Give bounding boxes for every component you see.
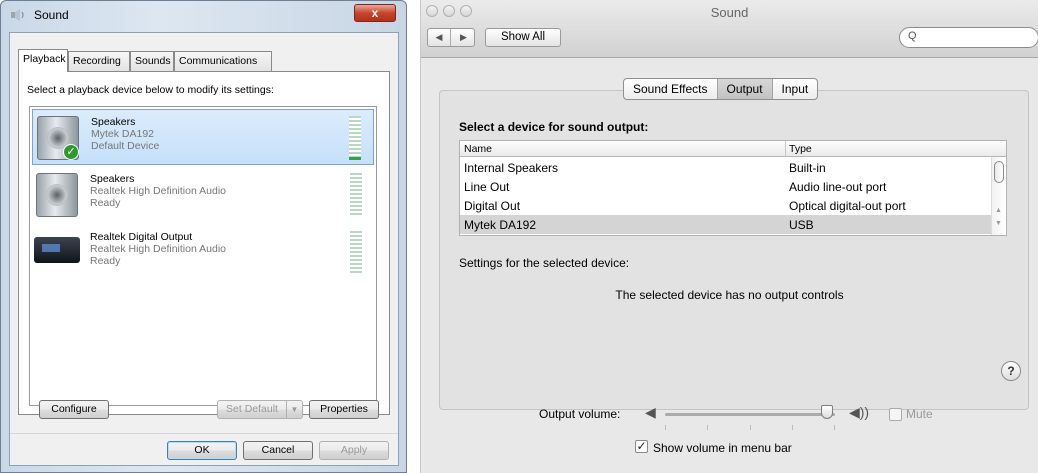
device-status: Ready [90, 255, 121, 267]
table-row-selected[interactable]: Mytek DA192 USB [460, 215, 992, 234]
no-controls-message: The selected device has no output contro… [615, 288, 844, 302]
volume-slider-knob[interactable] [820, 405, 833, 419]
device-table: Name Type Internal Speakers Built-in Lin… [459, 140, 1007, 236]
row-name: Line Out [464, 180, 510, 194]
digital-output-icon [34, 237, 80, 263]
scrollbar-thumb[interactable] [994, 161, 1004, 183]
show-all-button[interactable]: Show All [485, 28, 561, 47]
volume-slider-track[interactable] [665, 413, 835, 416]
device-item-mytek[interactable]: ✓ Speakers Mytek DA192 Default Device [32, 109, 374, 165]
playback-prompt: Select a playback device below to modify… [27, 84, 274, 96]
set-default-label: Set Default [226, 403, 278, 415]
table-row[interactable]: Digital Out Optical digital-out port [460, 196, 992, 215]
toolbar: Sound ◀ ▶ Show All Q [421, 0, 1038, 58]
mute-label: Mute [906, 407, 933, 421]
tab-output[interactable]: Output [717, 79, 773, 99]
table-row[interactable]: Internal Speakers Built-in [460, 158, 992, 177]
tab-recording[interactable]: Recording [68, 51, 130, 71]
row-type: USB [789, 218, 814, 232]
settings-label: Settings for the selected device: [459, 256, 630, 270]
output-heading: Select a device for sound output: [459, 120, 649, 134]
show-volume-checkbox[interactable]: ✓ [635, 440, 648, 453]
tab-sounds[interactable]: Sounds [130, 51, 174, 71]
window-title: Sound [710, 5, 749, 20]
properties-button[interactable]: Properties [309, 400, 379, 419]
scroll-up-icon[interactable]: ▲ [995, 207, 1002, 214]
row-type: Built-in [789, 161, 826, 175]
device-name: Speakers [90, 173, 135, 185]
playback-panel: Select a playback device below to modify… [18, 71, 390, 415]
tab-communications[interactable]: Communications [174, 51, 272, 71]
help-button[interactable]: ? [1001, 361, 1021, 381]
windows-sound-dialog: Sound x Playback Recording Sounds Commun… [0, 0, 407, 473]
device-subtitle: Realtek High Definition Audio [90, 185, 226, 197]
row-name: Digital Out [464, 199, 521, 213]
speaker-icon [36, 173, 78, 217]
mac-sound-preferences: Sound ◀ ▶ Show All Q Sound Effects Output… [420, 0, 1038, 473]
device-item-realtek-digital[interactable]: Realtek Digital Output Realtek High Defi… [32, 225, 374, 281]
row-name: Mytek DA192 [464, 218, 537, 232]
set-default-button[interactable]: Set Default ▼ [217, 400, 303, 419]
speaker-high-icon: ◀)) [849, 404, 870, 420]
forward-arrow-icon[interactable]: ▶ [452, 29, 475, 46]
column-header-type[interactable]: Type [789, 143, 812, 155]
tab-playback[interactable]: Playback [18, 49, 68, 72]
device-subtitle: Mytek DA192 [91, 128, 155, 140]
output-volume-label: Output volume: [539, 407, 621, 421]
speaker-low-icon: ◀ [645, 404, 656, 420]
row-type: Optical digital-out port [789, 199, 906, 213]
level-meter [350, 231, 362, 275]
device-status: Ready [90, 197, 121, 209]
default-check-icon: ✓ [63, 144, 79, 160]
device-name: Speakers [91, 116, 136, 128]
tab-sound-effects[interactable]: Sound Effects [624, 79, 718, 99]
pane-segmented-control: Sound Effects Output Input [623, 78, 819, 100]
level-meter [349, 116, 361, 160]
device-status: Default Device [91, 140, 160, 152]
level-meter [350, 173, 362, 217]
table-header: Name Type [460, 141, 1006, 157]
back-arrow-icon[interactable]: ◀ [428, 29, 451, 46]
title-bar[interactable]: Sound x [1, 1, 406, 29]
chevron-down-icon[interactable]: ▼ [286, 401, 302, 418]
show-volume-label: Show volume in menu bar [653, 441, 792, 455]
sound-icon [11, 9, 24, 21]
search-icon: Q [908, 30, 917, 42]
close-button[interactable]: x [354, 4, 396, 22]
column-header-name[interactable]: Name [464, 143, 492, 155]
table-row[interactable]: Line Out Audio line-out port [460, 177, 992, 196]
dialog-body: Playback Recording Sounds Communications… [9, 32, 399, 466]
scroll-down-icon[interactable]: ▼ [995, 220, 1002, 227]
device-subtitle: Realtek High Definition Audio [90, 243, 226, 255]
column-divider [785, 141, 786, 157]
mute-checkbox[interactable] [889, 408, 902, 421]
row-name: Internal Speakers [464, 161, 559, 175]
row-type: Audio line-out port [789, 180, 887, 194]
configure-button[interactable]: Configure [39, 400, 109, 419]
divider [10, 433, 398, 434]
search-input[interactable]: Q [899, 27, 1038, 48]
output-box [439, 90, 1029, 410]
tab-input[interactable]: Input [773, 79, 818, 99]
device-item-realtek-speakers[interactable]: Speakers Realtek High Definition Audio R… [32, 167, 374, 223]
nav-segment: ◀ ▶ [427, 28, 475, 47]
ok-button[interactable]: OK [167, 441, 237, 460]
window-title: Sound [34, 8, 69, 22]
volume-slider-ticks [665, 425, 835, 431]
apply-button[interactable]: Apply [319, 441, 389, 460]
vertical-scrollbar[interactable]: ▲ ▼ [991, 157, 1006, 235]
device-name: Realtek Digital Output [90, 231, 193, 243]
device-list: ✓ Speakers Mytek DA192 Default Device Sp… [29, 106, 377, 406]
cancel-button[interactable]: Cancel [243, 441, 313, 460]
